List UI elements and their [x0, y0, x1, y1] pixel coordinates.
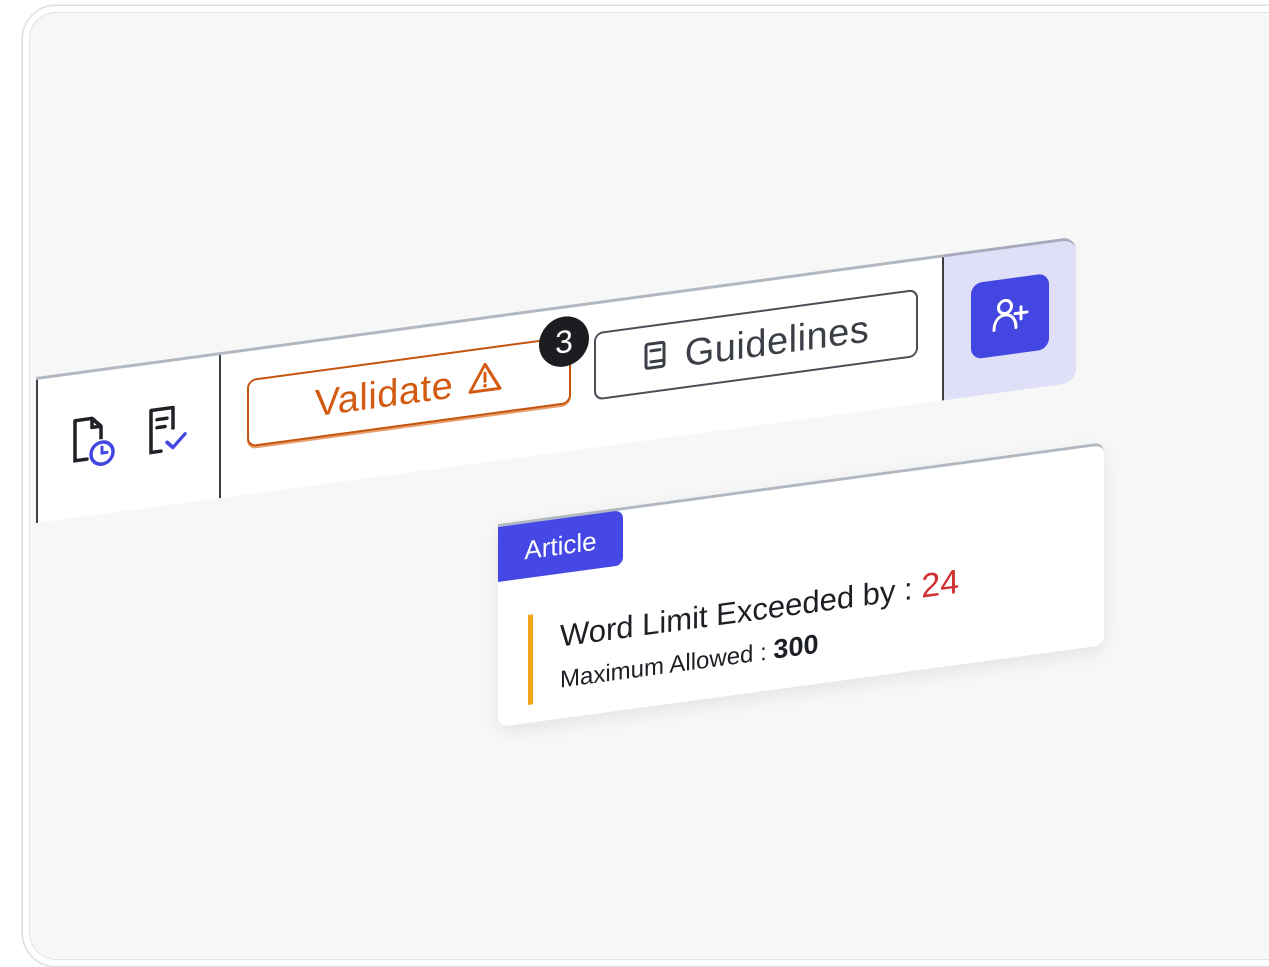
- separator: :: [904, 570, 913, 608]
- file-clock-icon[interactable]: [71, 409, 117, 471]
- guidelines-label: Guidelines: [684, 307, 870, 375]
- add-user-button[interactable]: [971, 273, 1049, 360]
- warning-triangle-icon: [467, 357, 503, 405]
- exceeded-count: 24: [921, 562, 960, 606]
- file-check-icon[interactable]: [145, 401, 189, 459]
- user-plus-icon: [990, 291, 1030, 341]
- validation-card: Article Word Limit Exceeded by : 24 Maxi…: [498, 442, 1104, 727]
- accent-line: [528, 614, 533, 705]
- toolbar-side-panel: [944, 236, 1076, 401]
- divider: [36, 379, 38, 523]
- validate-button[interactable]: Validate: [247, 335, 571, 448]
- divider: [219, 354, 221, 499]
- validate-label: Validate: [314, 364, 454, 425]
- section-tag: Article: [498, 510, 623, 582]
- separator: :: [760, 638, 767, 667]
- book-icon: [643, 335, 667, 381]
- max-allowed-value: 300: [773, 628, 819, 665]
- document-icons: [71, 399, 189, 471]
- tilted-scene: Validate 3 Guidelines Article Word Limit…: [0, 0, 1269, 931]
- issue-count-badge: 3: [539, 313, 589, 370]
- guidelines-button[interactable]: Guidelines: [594, 288, 918, 401]
